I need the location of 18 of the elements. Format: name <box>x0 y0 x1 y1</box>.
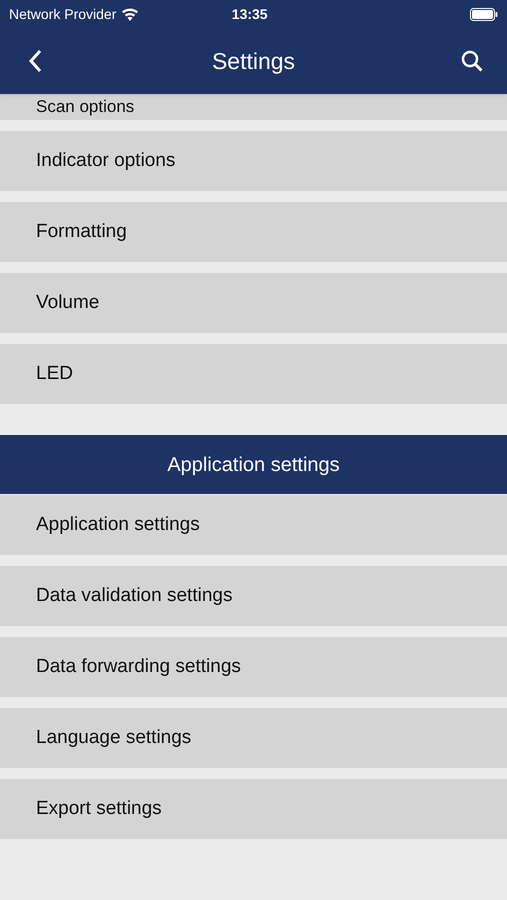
battery-icon <box>470 8 498 20</box>
search-icon <box>461 50 483 72</box>
settings-row[interactable]: Formatting <box>0 202 507 262</box>
settings-row[interactable]: LED <box>0 344 507 404</box>
settings-row[interactable]: Indicator options <box>0 131 507 191</box>
settings-row[interactable]: Export settings <box>0 779 507 839</box>
settings-row[interactable]: Data forwarding settings <box>0 637 507 697</box>
clock-time: 13:35 <box>230 4 269 24</box>
settings-row[interactable]: Language settings <box>0 708 507 768</box>
settings-row[interactable]: Application settings <box>0 495 507 555</box>
settings-row[interactable]: Scan options <box>0 94 507 120</box>
settings-row[interactable]: Volume <box>0 273 507 333</box>
wifi-icon <box>121 8 140 20</box>
back-chevron-icon <box>28 49 42 73</box>
carrier-name: Network Provider <box>9 4 116 24</box>
section-header: Application settings <box>0 435 507 494</box>
settings-row[interactable]: Data validation settings <box>0 566 507 626</box>
screen-title: Settings <box>210 46 296 76</box>
